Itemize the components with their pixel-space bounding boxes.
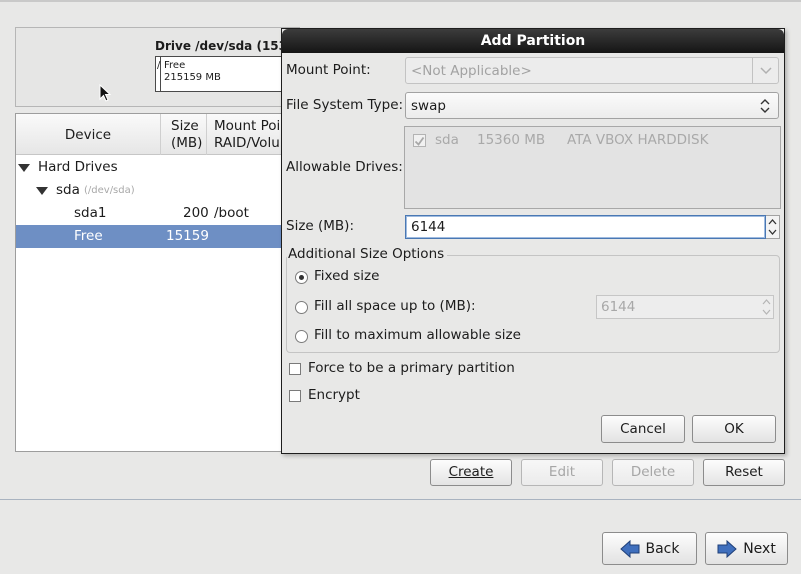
device-path: (/dev/sda)	[84, 185, 135, 196]
mouse-pointer-icon	[99, 84, 112, 102]
mount-point-combo[interactable]: <Not Applicable>	[405, 57, 779, 84]
fill-max-radio[interactable]	[295, 330, 308, 343]
cancel-label: Cancel	[620, 421, 666, 437]
device-size: 200	[183, 205, 209, 221]
create-button[interactable]: Create	[430, 459, 512, 486]
additional-size-options-legend: Additional Size Options	[287, 246, 448, 262]
expander-down-icon[interactable]	[36, 187, 48, 195]
next-arrow-icon	[717, 539, 737, 558]
edit-label: Edit	[548, 464, 576, 480]
ok-label: OK	[724, 421, 744, 437]
size-label: Size (MB):	[286, 218, 354, 234]
drive-partition-bar[interactable]: / Free 215159 MB	[155, 56, 295, 92]
device-mount: /boot	[214, 205, 249, 221]
back-button[interactable]: Back	[602, 532, 697, 565]
encrypt-label[interactable]: Encrypt	[308, 387, 360, 403]
mount-point-label: Mount Point:	[286, 62, 371, 78]
fill-upto-label[interactable]: Fill all space up to (MB):	[314, 298, 476, 314]
force-primary-checkbox[interactable]	[289, 363, 301, 375]
size-input[interactable]: 6144	[405, 215, 766, 239]
create-label: Create	[448, 464, 494, 480]
fill-upto-value: 6144	[601, 299, 636, 315]
column-device-label: Device	[64, 126, 112, 143]
device-tree[interactable]: Device Size (MB) Mount Poi RAID/Volu Har…	[15, 113, 305, 452]
drive-name: sda	[435, 132, 459, 148]
fs-type-value: swap	[411, 98, 446, 114]
device-name: Hard Drives	[38, 159, 118, 175]
spinner-arrows-icon	[762, 299, 771, 315]
next-label: Next	[743, 540, 776, 557]
drive-model: ATA VBOX HARDDISK	[567, 132, 709, 148]
mount-point-value: <Not Applicable>	[411, 63, 532, 79]
column-size[interactable]: Size (MB)	[161, 114, 207, 155]
cancel-button[interactable]: Cancel	[601, 415, 685, 443]
allowable-drives-list[interactable]: sda 15360 MB ATA VBOX HARDDISK	[404, 126, 781, 209]
ok-button[interactable]: OK	[692, 415, 776, 443]
free-label: Free	[164, 60, 186, 71]
size-value: 6144	[411, 219, 446, 235]
reset-label: Reset	[725, 464, 763, 480]
add-partition-dialog: Add Partition Mount Point: <Not Applicab…	[281, 28, 785, 454]
fs-type-label: File System Type:	[286, 97, 404, 113]
reset-button[interactable]: Reset	[703, 459, 785, 486]
force-primary-label[interactable]: Force to be a primary partition	[308, 360, 515, 376]
column-size-label-1: Size	[171, 118, 199, 134]
checkmark-icon	[414, 136, 425, 146]
back-label: Back	[645, 540, 680, 557]
back-arrow-icon	[619, 539, 639, 558]
tree-row-hard-drives[interactable]: Hard Drives	[16, 156, 304, 179]
drive-size: 15360 MB	[477, 132, 546, 148]
fixed-size-label[interactable]: Fixed size	[314, 268, 379, 284]
fill-upto-radio[interactable]	[295, 301, 308, 314]
next-button[interactable]: Next	[705, 532, 788, 565]
top-border	[0, 0, 801, 2]
bottom-divider	[0, 499, 801, 500]
fill-upto-input[interactable]: 6144	[596, 295, 761, 319]
dialog-title[interactable]: Add Partition	[282, 29, 784, 53]
size-spinner[interactable]	[766, 215, 780, 239]
fs-type-combo[interactable]: swap	[405, 92, 779, 119]
tree-header: Device Size (MB) Mount Poi RAID/Volu	[16, 114, 304, 155]
fill-upto-spinner[interactable]	[760, 295, 774, 319]
tree-row-sda[interactable]: sda (/dev/sda)	[16, 179, 304, 202]
allowable-drives-label: Allowable Drives:	[286, 159, 403, 175]
edit-button[interactable]: Edit	[521, 459, 603, 486]
column-size-label-2: (MB)	[171, 135, 203, 151]
fixed-size-radio[interactable]	[295, 271, 308, 284]
chevron-down-icon	[752, 58, 778, 83]
drive-bar-slice-label: /	[157, 60, 161, 71]
column-device[interactable]: Device	[16, 114, 161, 155]
tree-row-free[interactable]: Free 15159	[16, 225, 304, 248]
spinner-arrows-icon	[768, 219, 777, 235]
drive-title: Drive /dev/sda (153	[155, 39, 287, 53]
device-name: Free	[74, 228, 103, 244]
expander-down-icon[interactable]	[18, 164, 30, 172]
device-size: 15159	[166, 228, 209, 244]
fill-max-label[interactable]: Fill to maximum allowable size	[314, 327, 521, 343]
drive-bar-free-label: Free 215159 MB	[164, 60, 221, 84]
free-size: 215159 MB	[164, 72, 221, 83]
device-name: sda1	[74, 205, 107, 221]
tree-row-sda1[interactable]: sda1 200 /boot	[16, 202, 304, 225]
delete-button[interactable]: Delete	[612, 459, 694, 486]
device-name: sda	[56, 182, 80, 198]
updown-arrows-icon	[752, 93, 778, 118]
delete-label: Delete	[630, 464, 676, 480]
drive-checkbox[interactable]	[413, 134, 426, 147]
encrypt-checkbox[interactable]	[289, 390, 301, 402]
